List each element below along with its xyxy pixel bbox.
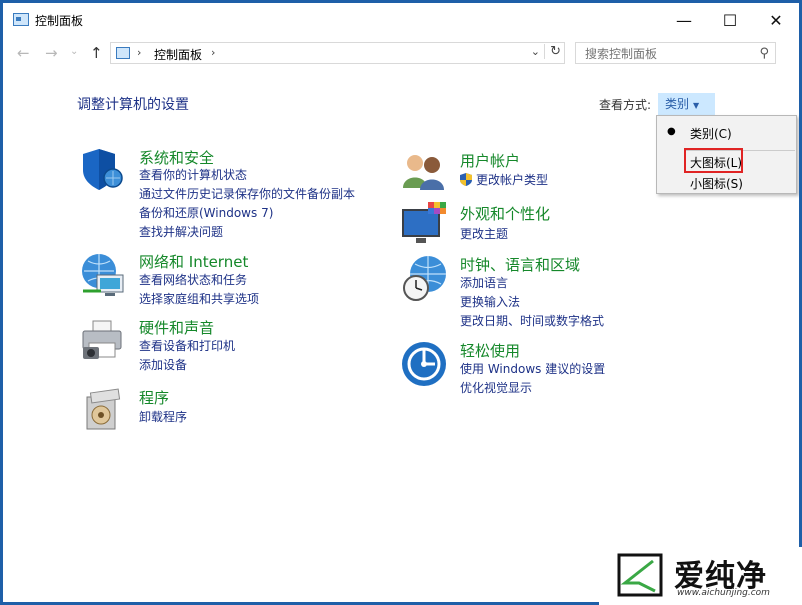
menu-item-small-icons[interactable]: 小图标(S) xyxy=(690,175,743,192)
link-row: 更改帐户类型 xyxy=(460,171,548,190)
recent-locations-button[interactable]: ⌄ xyxy=(70,46,78,57)
programs-icon[interactable] xyxy=(79,387,127,435)
maximize-button[interactable]: ☐ xyxy=(707,3,753,37)
view-by-label: 查看方式: xyxy=(599,98,652,112)
link-homegroup-sharing[interactable]: 选择家庭组和共享选项 xyxy=(139,290,259,309)
category-title-clock-language-region[interactable]: 时钟、语言和区域 xyxy=(460,254,580,275)
address-row: ← → ⌄ ↑ › 控制面板 › ⌄ ↻ ⚲ xyxy=(3,40,799,68)
refresh-button[interactable]: ↻ xyxy=(544,44,561,59)
category-title-system-security[interactable]: 系统和安全 xyxy=(139,147,214,168)
search-input[interactable] xyxy=(583,46,757,62)
link-file-history-backup[interactable]: 通过文件历史记录保存你的文件备份副本 xyxy=(139,185,355,204)
control-panel-icon xyxy=(13,13,29,26)
network-globe-icon[interactable] xyxy=(79,251,127,299)
watermark: 爱纯净 www.aichunjing.com xyxy=(599,547,802,605)
link-view-computer-status[interactable]: 查看你的计算机状态 xyxy=(139,166,355,185)
breadcrumb-separator[interactable]: › xyxy=(137,46,141,59)
users-icon[interactable] xyxy=(400,148,448,196)
control-panel-window: 控制面板 — ☐ ✕ ← → ⌄ ↑ › 控制面板 › ⌄ ↻ ⚲ 调整计算机的… xyxy=(3,3,799,602)
shield-icon[interactable] xyxy=(79,146,127,194)
up-button[interactable]: ↑ xyxy=(90,44,103,62)
link-optimize-display[interactable]: 优化视觉显示 xyxy=(460,379,605,398)
title-bar: 控制面板 — ☐ ✕ xyxy=(3,3,799,37)
link-uninstall-program[interactable]: 卸载程序 xyxy=(139,408,187,427)
category-title-programs[interactable]: 程序 xyxy=(139,387,169,408)
category-title-hardware-sound[interactable]: 硬件和声音 xyxy=(139,317,214,338)
printer-icon[interactable] xyxy=(79,317,127,365)
watermark-url: www.aichunjing.com xyxy=(677,588,770,598)
forward-button[interactable]: → xyxy=(45,44,58,62)
view-by-selected[interactable]: 类别 xyxy=(665,97,689,111)
uac-shield-icon xyxy=(460,173,472,186)
brand-logo-icon xyxy=(617,553,663,597)
link-change-theme[interactable]: 更改主题 xyxy=(460,225,508,244)
link-change-date-time-format[interactable]: 更改日期、时间或数字格式 xyxy=(460,312,604,331)
link-add-device[interactable]: 添加设备 xyxy=(139,356,235,375)
chevron-down-icon[interactable]: ▼ xyxy=(693,101,699,110)
clock-globe-icon[interactable] xyxy=(400,254,448,302)
link-change-input-method[interactable]: 更换输入法 xyxy=(460,293,604,312)
view-by-menu: ● 类别(C) 大图标(L) 小图标(S) xyxy=(656,115,797,194)
link-network-status[interactable]: 查看网络状态和任务 xyxy=(139,271,259,290)
link-recommended-settings[interactable]: 使用 Windows 建议的设置 xyxy=(460,360,605,379)
category-title-network-internet[interactable]: 网络和 Internet xyxy=(139,251,248,272)
selected-bullet-icon: ● xyxy=(667,126,676,137)
link-backup-restore[interactable]: 备份和还原(Windows 7) xyxy=(139,204,355,223)
minimize-button[interactable]: — xyxy=(661,3,707,37)
category-title-ease-of-access[interactable]: 轻松使用 xyxy=(460,340,520,361)
link-devices-printers[interactable]: 查看设备和打印机 xyxy=(139,337,235,356)
menu-item-category[interactable]: 类别(C) xyxy=(690,125,732,142)
search-box[interactable]: ⚲ xyxy=(575,42,776,64)
view-by-dropdown[interactable]: 类别 ▼ xyxy=(658,93,715,115)
highlight-box xyxy=(684,148,743,173)
address-dropdown-icon[interactable]: ⌄ xyxy=(531,45,540,58)
window-title: 控制面板 xyxy=(35,14,84,28)
link-add-language[interactable]: 添加语言 xyxy=(460,274,604,293)
control-panel-icon xyxy=(116,47,130,59)
ease-of-access-icon[interactable] xyxy=(400,340,448,388)
breadcrumb-separator[interactable]: › xyxy=(211,46,215,59)
page-heading: 调整计算机的设置 xyxy=(77,97,189,113)
monitor-palette-icon[interactable] xyxy=(400,200,448,248)
link-troubleshoot[interactable]: 查找并解决问题 xyxy=(139,223,355,242)
link-change-account-type[interactable]: 更改帐户类型 xyxy=(476,173,548,187)
search-icon[interactable]: ⚲ xyxy=(759,46,769,61)
breadcrumb-control-panel[interactable]: 控制面板 xyxy=(154,46,202,63)
category-title-appearance[interactable]: 外观和个性化 xyxy=(460,203,550,224)
category-title-user-accounts[interactable]: 用户帐户 xyxy=(460,150,520,171)
close-button[interactable]: ✕ xyxy=(753,3,799,37)
address-bar[interactable]: › 控制面板 › ⌄ ↻ xyxy=(110,42,565,64)
back-button[interactable]: ← xyxy=(17,44,30,62)
